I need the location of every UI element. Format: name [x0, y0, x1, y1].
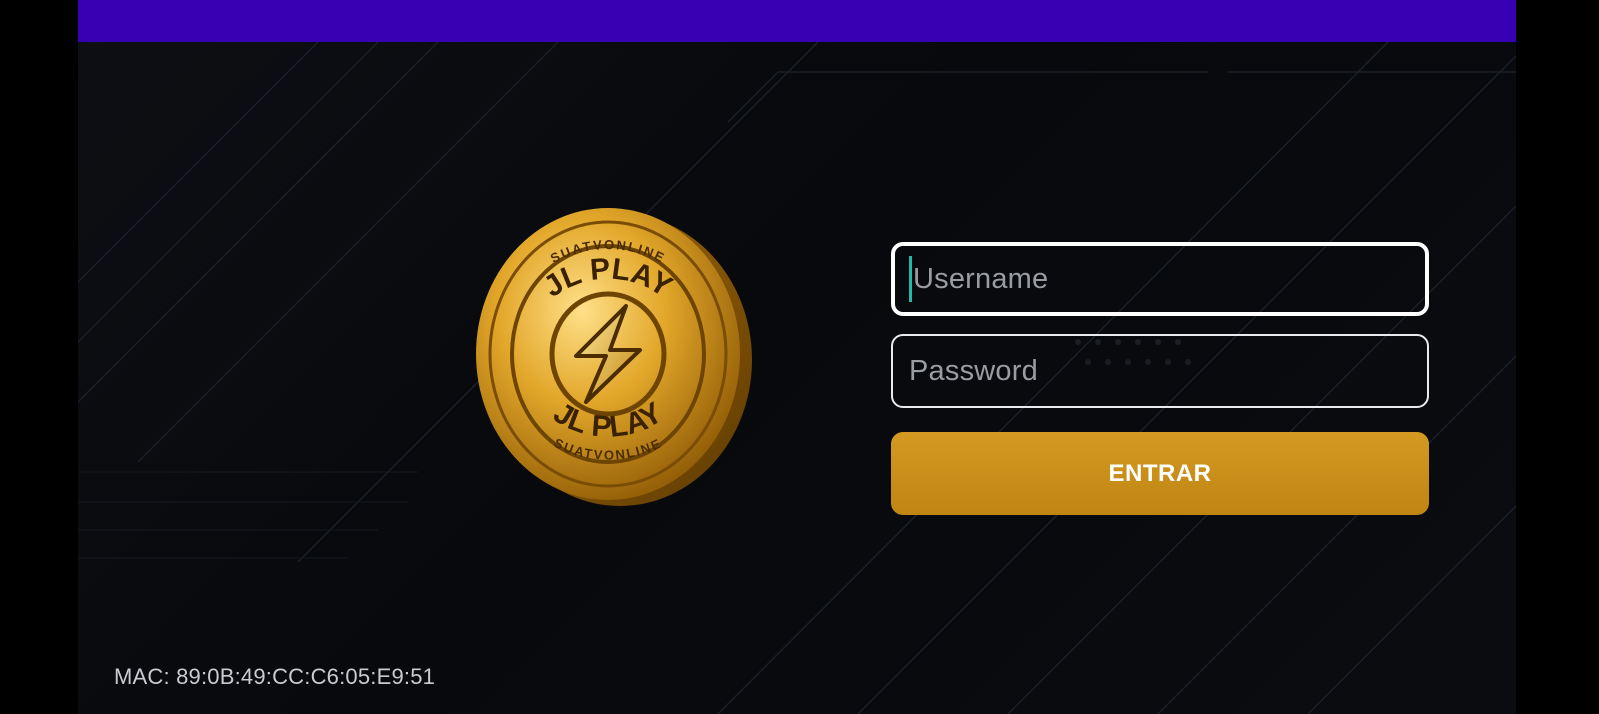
- username-input[interactable]: Username: [891, 242, 1429, 316]
- password-input[interactable]: Password: [891, 334, 1429, 408]
- app-logo-coin: SUATVONLINE JL PLAY JL PLAY SUATVONLINE: [476, 208, 752, 506]
- username-placeholder: Username: [913, 262, 1049, 295]
- status-bar: [78, 0, 1516, 42]
- text-caret: [909, 256, 912, 302]
- app-screen: SUATVONLINE JL PLAY JL PLAY SUATVONLINE …: [78, 0, 1516, 714]
- mac-address: MAC: 89:0B:49:CC:C6:05:E9:51: [114, 664, 436, 689]
- password-placeholder: Password: [909, 354, 1038, 387]
- login-button[interactable]: ENTRAR: [891, 432, 1429, 515]
